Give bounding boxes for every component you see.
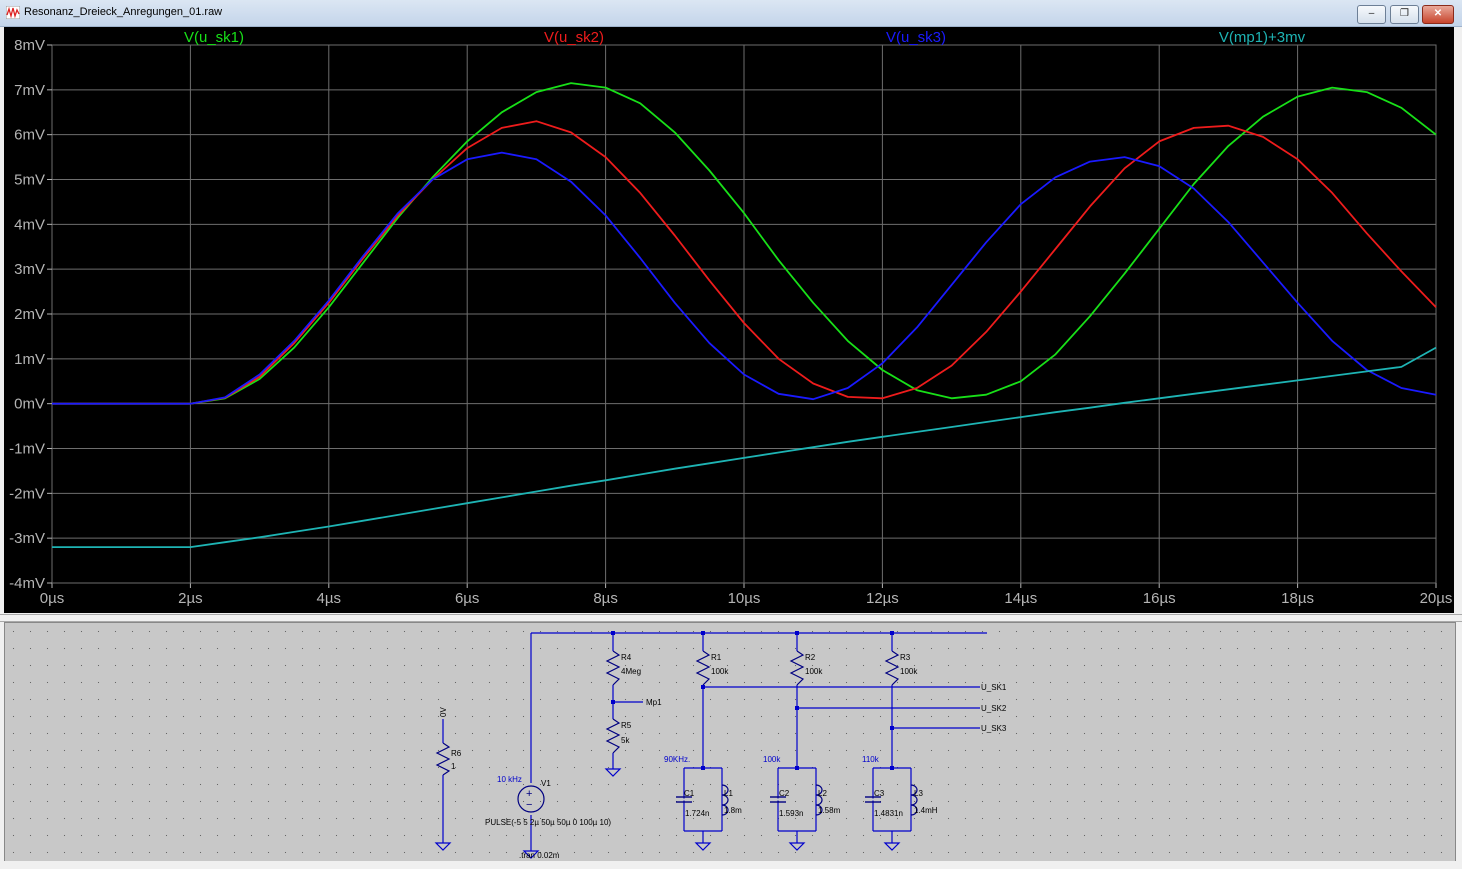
label-c3: C3 <box>874 789 885 798</box>
plot-tick-labels: 0µs 2µs 4µs 6µs 8µs 10µs 12µs 14µs 16µs 18µs 20µs 8… <box>9 37 1452 607</box>
x-tick-label: 2µs <box>178 590 203 607</box>
label-r1-value: 100k <box>711 667 729 676</box>
label-r4: R4 <box>621 653 632 662</box>
label-u-sk3: U_SK3 <box>981 724 1007 733</box>
label-r2: R2 <box>805 653 816 662</box>
label-c2: C2 <box>779 789 790 798</box>
voltage-source-v1[interactable]: + − <box>517 785 545 813</box>
label-tran: .tran 0.02m <box>519 851 560 860</box>
label-l3: L3 <box>914 789 923 798</box>
legend-u-sk1[interactable]: V(u_sk1) <box>184 29 244 46</box>
schematic-pane[interactable]: + − 0V R6 1 10 kHz V1 PULSE(-5 5 2µ 50µ … <box>4 622 1456 862</box>
minimize-button[interactable]: ‒ <box>1357 5 1386 24</box>
schematic-diagram[interactable]: + − 0V R6 1 10 kHz V1 PULSE(-5 5 2µ 50µ … <box>5 623 1455 861</box>
label-source-frequency: 10 kHz <box>497 775 522 784</box>
label-l1: L1 <box>724 789 733 798</box>
y-tick-label: -1mV <box>9 441 45 458</box>
y-tick-label: 3mV <box>14 261 45 278</box>
y-tick-label: 2mV <box>14 306 45 323</box>
label-l2-value: 1.58m <box>818 806 841 815</box>
x-tick-label: 6µs <box>455 590 480 607</box>
waveform-app-icon <box>6 6 20 19</box>
label-f3: 110k <box>862 755 880 764</box>
y-tick-label: 4mV <box>14 216 45 233</box>
x-tick-label: 14µs <box>1004 590 1037 607</box>
x-tick-label: 20µs <box>1420 590 1453 607</box>
label-r3-value: 100k <box>900 667 918 676</box>
waveform-chart[interactable]: 0µs 2µs 4µs 6µs 8µs 10µs 12µs 14µs 16µs 18µs 20µs 8… <box>4 27 1454 613</box>
label-c1-value: 1.724n <box>685 809 709 818</box>
x-tick-label: 8µs <box>593 590 618 607</box>
capacitor-gaps <box>682 798 875 801</box>
pane-splitter[interactable] <box>0 614 1462 622</box>
legend-u-sk2[interactable]: V(u_sk2) <box>544 29 604 46</box>
x-tick-label: 0µs <box>40 590 65 607</box>
label-r1: R1 <box>711 653 722 662</box>
window-title: Resonanz_Dreieck_Anregungen_01.raw <box>24 6 223 18</box>
x-tick-label: 4µs <box>317 590 342 607</box>
status-bar <box>0 861 1462 869</box>
y-tick-label: 0mV <box>14 396 45 413</box>
close-button[interactable]: ✕ <box>1422 5 1454 24</box>
legend-u-sk3[interactable]: V(u_sk3) <box>886 29 946 46</box>
label-r6-value: 1 <box>451 762 456 771</box>
label-r4-value: 4Meg <box>621 667 641 676</box>
label-r5: R5 <box>621 721 632 730</box>
label-c3-value: 1.4831n <box>874 809 903 818</box>
y-tick-label: 1mV <box>14 351 45 368</box>
label-pulse: PULSE(-5 5 2µ 50µ 50µ 0 100µ 10) <box>485 818 611 827</box>
y-tick-label: 6mV <box>14 127 45 144</box>
label-r6: R6 <box>451 749 462 758</box>
title-bar: Resonanz_Dreieck_Anregungen_01.raw ‒ ❐ ✕ <box>0 0 1462 27</box>
y-tick-label: -2mV <box>9 485 45 502</box>
x-tick-label: 10µs <box>728 590 761 607</box>
y-tick-label: -3mV <box>9 530 45 547</box>
x-tick-label: 18µs <box>1281 590 1314 607</box>
legend-mp1[interactable]: V(mp1)+3mv <box>1219 29 1306 46</box>
waveform-plot-pane[interactable]: 0µs 2µs 4µs 6µs 8µs 10µs 12µs 14µs 16µs 18µs 20µs 8… <box>4 27 1454 613</box>
maximize-button[interactable]: ❐ <box>1390 5 1419 24</box>
trace-legend[interactable]: V(u_sk1) V(u_sk2) V(u_sk3) V(mp1)+3mv <box>184 29 1306 46</box>
svg-text:−: − <box>526 799 532 811</box>
label-0v: 0V <box>439 707 448 717</box>
schematic-labels: 0V R6 1 10 kHz V1 PULSE(-5 5 2µ 50µ 50µ … <box>439 653 1007 860</box>
label-v1: V1 <box>541 779 551 788</box>
label-r2-value: 100k <box>805 667 823 676</box>
label-u-sk2: U_SK2 <box>981 704 1007 713</box>
label-r5-value: 5k <box>621 736 630 745</box>
y-tick-label: 7mV <box>14 82 45 99</box>
label-u-sk1: U_SK1 <box>981 683 1007 692</box>
label-f1: 90KHz. <box>664 755 690 764</box>
label-r3: R3 <box>900 653 911 662</box>
label-l2: L2 <box>818 789 827 798</box>
x-tick-label: 16µs <box>1143 590 1176 607</box>
y-tick-label: -4mV <box>9 575 45 592</box>
label-c2-value: 1.593n <box>779 809 803 818</box>
y-tick-label: 5mV <box>14 172 45 189</box>
label-l1-value: 1.8m <box>724 806 742 815</box>
label-c1: C1 <box>684 789 695 798</box>
label-f2: 100k <box>763 755 781 764</box>
label-mp1: Mp1 <box>646 698 662 707</box>
x-tick-label: 12µs <box>866 590 899 607</box>
y-tick-label: 8mV <box>14 37 45 54</box>
label-l3-value: 1.4mH <box>914 806 938 815</box>
